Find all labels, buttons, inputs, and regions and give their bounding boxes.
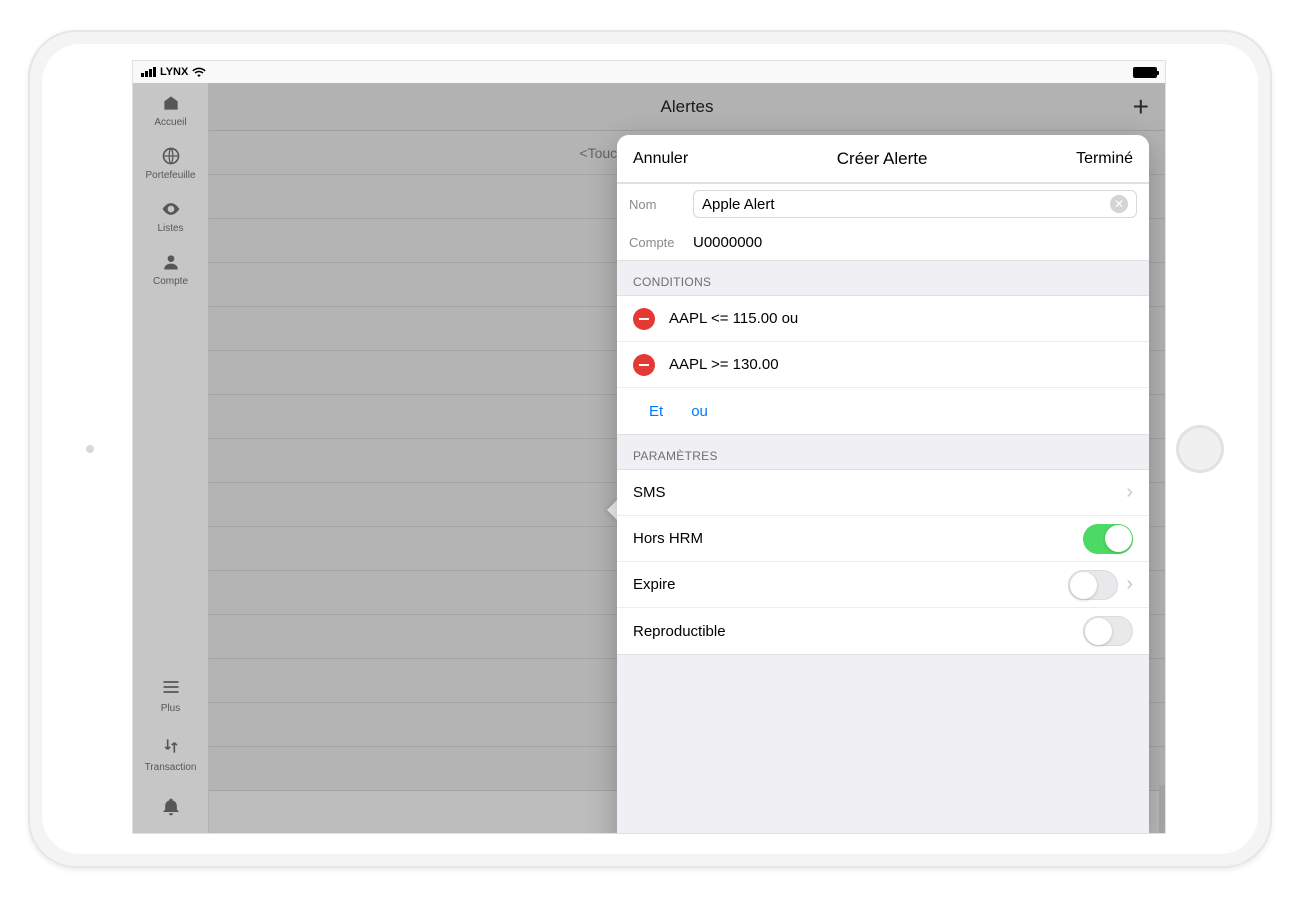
add-alert-button[interactable]: + [1133,93,1149,121]
status-bar: LYNX [133,61,1165,83]
setting-repeat: Reproductible [617,608,1149,654]
transaction-icon [161,738,181,758]
status-left: LYNX [141,66,206,78]
app-body: Accueil Portefeuille Listes Compte [133,83,1165,833]
logic-and-button[interactable]: Et [649,403,663,420]
wifi-icon [192,67,206,77]
sidebar-item-alerts[interactable] [133,785,208,833]
conditions-header: CONDITIONS [617,261,1149,295]
account-row: Compte U0000000 [617,224,1149,260]
sidebar-item-more[interactable]: Plus [133,667,208,726]
sidebar-label: Compte [153,276,188,287]
hors-hrm-toggle[interactable] [1083,524,1133,554]
condition-row[interactable]: AAPL <= 115.00 ou [617,296,1149,342]
sidebar-item-account[interactable]: Compte [133,242,208,295]
remove-condition-button[interactable] [633,354,655,376]
person-icon [161,252,181,272]
alerts-header: Alertes + [209,83,1165,131]
clear-icon[interactable]: ✕ [1110,195,1128,213]
create-alert-modal: Annuler Créer Alerte Terminé Nom ✕ Compt… [617,135,1149,834]
sidebar-label: Listes [157,223,183,234]
sidebar-item-portfolio[interactable]: Portefeuille [133,136,208,189]
sidebar-label: Transaction [145,762,197,773]
sms-label: SMS [633,484,666,501]
settings-header: PARAMÈTRES [617,435,1149,469]
screen: LYNX Accueil Portefeuil [132,60,1166,834]
modal-header: Annuler Créer Alerte Terminé [617,135,1149,183]
globe-icon [161,146,181,166]
sidebar-label: Accueil [154,117,186,128]
hors-hrm-label: Hors HRM [633,530,703,547]
condition-text: AAPL <= 115.00 ou [669,310,798,327]
expire-toggle[interactable] [1068,570,1118,600]
sidebar-label: Portefeuille [145,170,195,181]
sidebar-item-home[interactable]: Accueil [133,83,208,136]
account-value: U0000000 [693,228,762,257]
camera-dot-icon [86,445,94,453]
home-button[interactable] [1176,425,1224,473]
condition-text: AAPL >= 130.00 [669,356,779,373]
sidebar: Accueil Portefeuille Listes Compte [133,83,209,833]
setting-expire[interactable]: Expire › [617,562,1149,608]
settings-group: SMS › Hors HRM Expire [617,469,1149,655]
home-icon [161,93,181,113]
alert-name-input[interactable] [702,196,1110,213]
logic-row: Et ou [617,388,1149,434]
sidebar-item-lists[interactable]: Listes [133,189,208,242]
ipad-frame: LYNX Accueil Portefeuil [28,30,1272,868]
carrier-label: LYNX [160,66,188,78]
setting-sms[interactable]: SMS › [617,470,1149,516]
scrollbar-hint [1159,785,1165,833]
repeat-label: Reproductible [633,623,726,640]
hamburger-icon [161,679,181,699]
chevron-right-icon: › [1126,481,1133,504]
modal-title: Créer Alerte [837,149,928,169]
expire-label: Expire [633,576,676,593]
alerts-title: Alertes [661,97,714,117]
name-input-wrap[interactable]: ✕ [693,190,1137,218]
sidebar-label: Plus [161,703,180,714]
setting-hors-hrm: Hors HRM [617,516,1149,562]
name-account-section: Nom ✕ Compte U0000000 [617,183,1149,261]
account-label: Compte [629,235,693,250]
battery-icon [1133,67,1157,78]
done-button[interactable]: Terminé [1076,150,1133,168]
condition-row[interactable]: AAPL >= 130.00 [617,342,1149,388]
signal-icon [141,67,156,77]
eye-icon [161,199,181,219]
name-row: Nom ✕ [617,184,1149,224]
logic-or-button[interactable]: ou [691,403,708,420]
sidebar-item-transaction[interactable]: Transaction [133,726,208,785]
chevron-right-icon: › [1126,573,1133,596]
repeat-toggle[interactable] [1083,616,1133,646]
bell-icon [161,797,181,817]
cancel-button[interactable]: Annuler [633,150,688,168]
remove-condition-button[interactable] [633,308,655,330]
name-label: Nom [629,197,693,212]
modal-spacer [617,655,1149,834]
conditions-group: AAPL <= 115.00 ou AAPL >= 130.00 Et ou [617,295,1149,435]
